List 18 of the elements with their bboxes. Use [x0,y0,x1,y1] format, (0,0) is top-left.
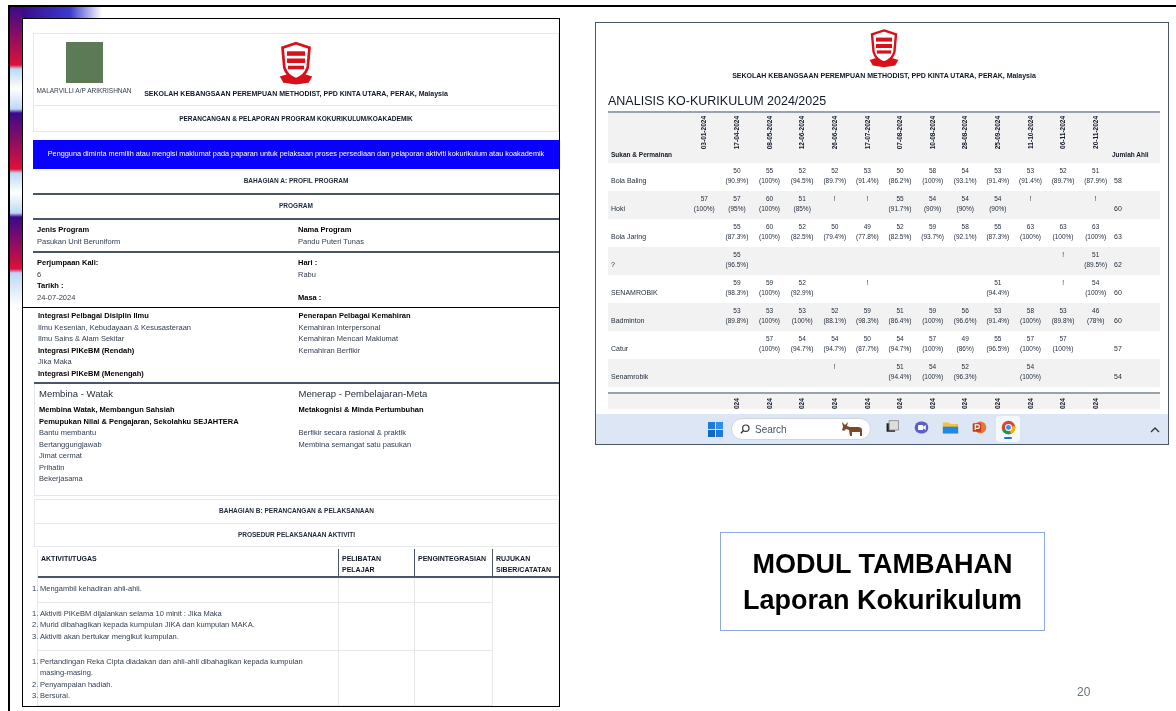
section-heading: Menerap - Pembelajaran-Meta [298,387,429,401]
search-field[interactable]: Search [731,418,871,440]
search-icon [740,424,750,434]
page-number: 20 [1077,684,1091,701]
presentation-app-icon [970,419,988,436]
section-heading: Membina - Watak [39,387,115,401]
taskbar-app-button[interactable] [996,416,1020,442]
slide-title: Laporan Kokurikulum [743,583,1022,617]
report-title: ANALISIS KO-KURIKULUM 2024/2025 [608,92,828,109]
video-chat-icon [912,419,930,436]
chevron-up-icon[interactable] [1150,425,1160,433]
browser-icon [999,419,1017,436]
slide-title: MODUL TAMBAHAN [752,547,1013,581]
school-crest-logo [278,40,314,86]
photo-placeholder [65,42,103,83]
folder-icon [941,419,959,436]
windows-logo-icon[interactable] [708,421,723,437]
search-placeholder: Search [755,422,788,437]
